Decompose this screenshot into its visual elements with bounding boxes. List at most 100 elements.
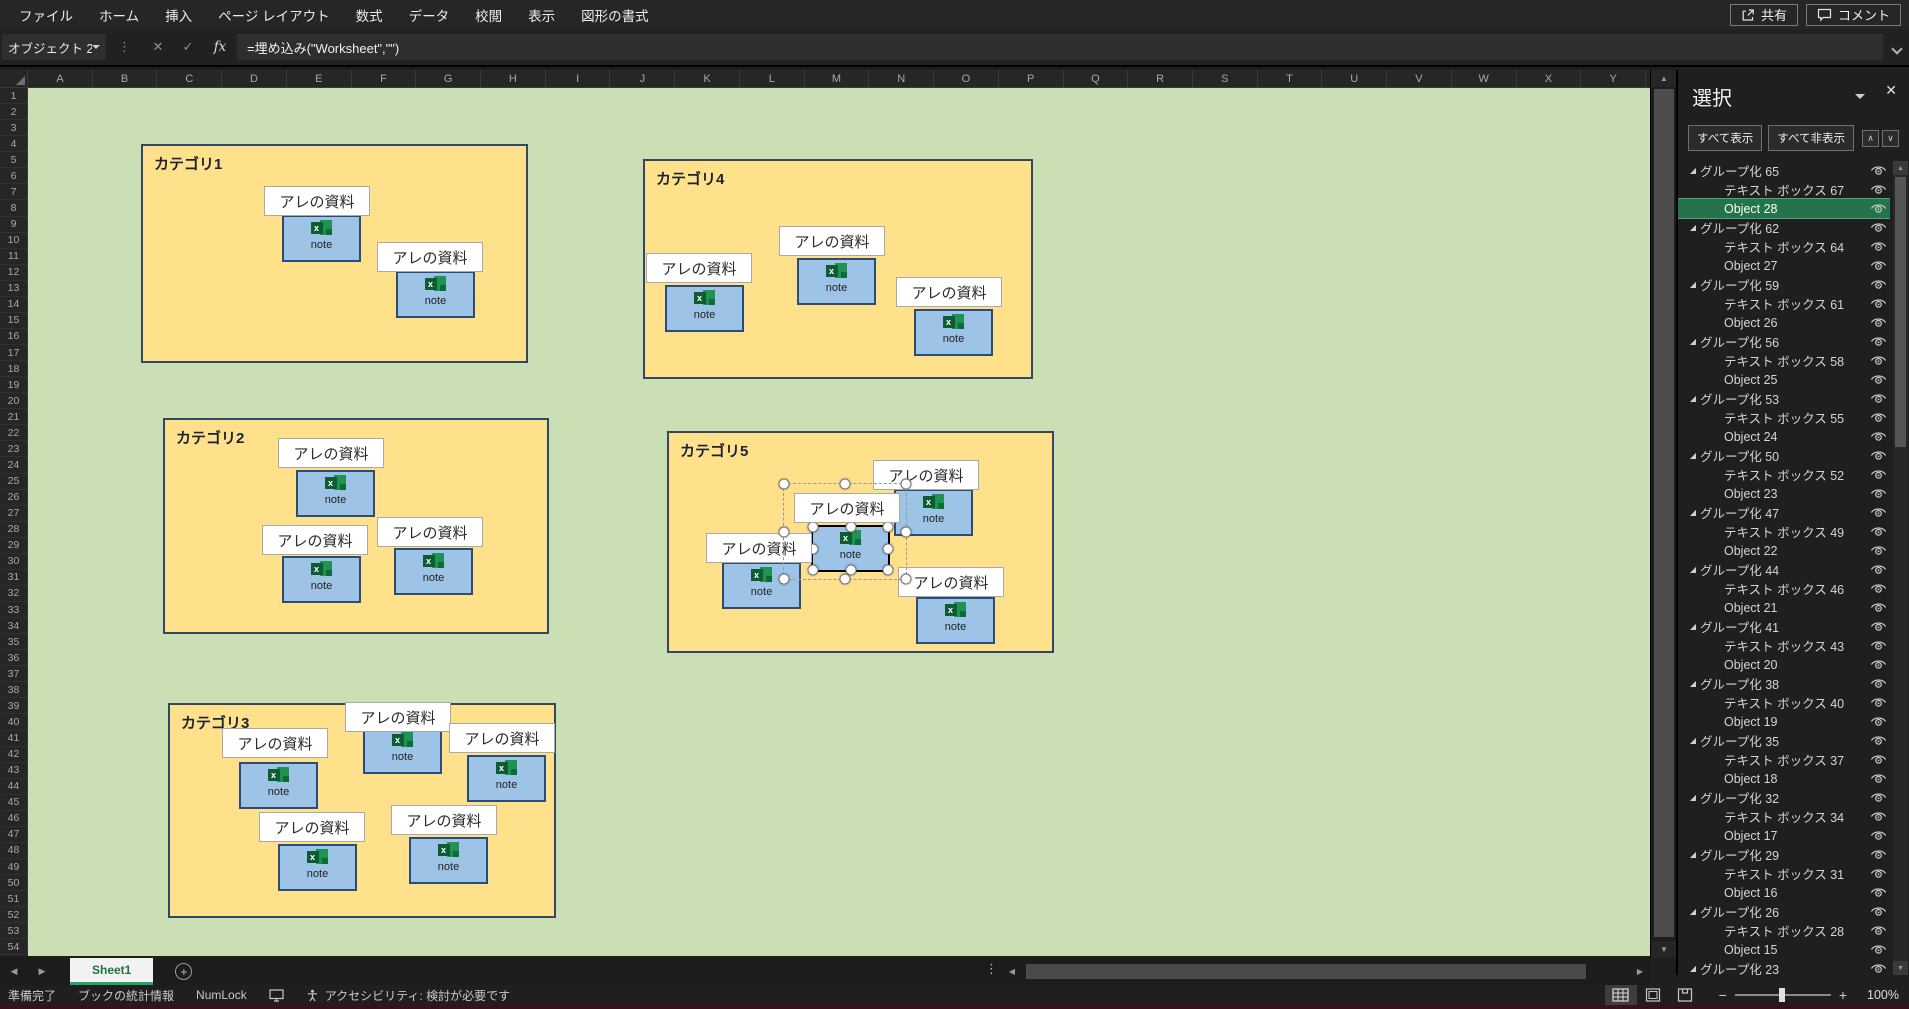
pane-item-36[interactable]: ◢ グループ化 29	[1678, 845, 1890, 864]
pane-item-19[interactable]: テキスト ボックス 49	[1678, 522, 1890, 541]
note-label[interactable]: アレの資料	[262, 525, 368, 555]
visibility-eye-icon[interactable]	[1870, 943, 1887, 956]
collapse-triangle-icon[interactable]: ◢	[1686, 337, 1700, 346]
pane-item-visibility[interactable]	[1866, 753, 1890, 766]
zoom-out-button[interactable]: −	[1719, 987, 1727, 1003]
pane-item-visibility[interactable]	[1866, 639, 1890, 652]
visibility-eye-icon[interactable]	[1870, 696, 1887, 709]
pane-item-visibility[interactable]	[1866, 943, 1890, 956]
note-label[interactable]: アレの資料	[377, 517, 483, 547]
visibility-eye-icon[interactable]	[1870, 411, 1887, 424]
group-selection-handle[interactable]	[778, 478, 790, 490]
horizontal-scrollbar-thumb[interactable]	[1026, 964, 1586, 979]
pane-item-visibility[interactable]	[1866, 411, 1890, 424]
note-label[interactable]: アレの資料	[896, 277, 1002, 307]
pane-scrollbar-thumb[interactable]	[1895, 177, 1906, 447]
note-label[interactable]: アレの資料	[779, 226, 885, 256]
pane-item-21[interactable]: ◢ グループ化 44	[1678, 560, 1890, 579]
scroll-down-icon[interactable]: ▼	[1651, 941, 1677, 958]
pane-item-visibility[interactable]	[1866, 373, 1890, 386]
visibility-eye-icon[interactable]	[1870, 278, 1887, 291]
visibility-eye-icon[interactable]	[1870, 468, 1887, 481]
note-label[interactable]: アレの資料	[646, 253, 752, 283]
scroll-up-icon[interactable]: ▲	[1651, 70, 1677, 87]
pane-item-3[interactable]: ◢ グループ化 62	[1678, 218, 1890, 237]
pane-item-18[interactable]: ◢ グループ化 47	[1678, 503, 1890, 522]
note-shape[interactable]: x note	[278, 844, 357, 891]
pane-item-41[interactable]: Object 15	[1678, 940, 1890, 959]
visibility-eye-icon[interactable]	[1870, 848, 1887, 861]
group-selection-handle[interactable]	[900, 526, 912, 537]
pane-item-visibility[interactable]	[1866, 240, 1890, 253]
visibility-eye-icon[interactable]	[1870, 772, 1887, 785]
vertical-scrollbar[interactable]: ▲ ▼	[1650, 70, 1677, 958]
collapse-triangle-icon[interactable]: ◢	[1686, 907, 1700, 916]
note-shape[interactable]: x note	[396, 271, 475, 318]
pane-item-28[interactable]: テキスト ボックス 40	[1678, 693, 1890, 712]
pane-item-visibility[interactable]	[1866, 734, 1890, 747]
scroll-right-icon[interactable]: ▶	[1632, 967, 1648, 976]
visibility-eye-icon[interactable]	[1870, 639, 1887, 652]
pane-item-visibility[interactable]	[1866, 829, 1890, 842]
pane-item-visibility[interactable]	[1866, 221, 1890, 234]
pane-item-visibility[interactable]	[1866, 430, 1890, 443]
pane-item-visibility[interactable]	[1866, 715, 1890, 728]
pane-item-38[interactable]: Object 16	[1678, 883, 1890, 902]
visibility-eye-icon[interactable]	[1870, 810, 1887, 823]
collapse-triangle-icon[interactable]: ◢	[1686, 223, 1700, 232]
visibility-eye-icon[interactable]	[1870, 164, 1887, 177]
sheet-tab-sheet1[interactable]: Sheet1	[70, 958, 154, 985]
pane-item-visibility[interactable]	[1866, 867, 1890, 880]
page-layout-view-button[interactable]	[1637, 985, 1669, 1005]
note-shape[interactable]: x note	[239, 762, 318, 809]
pane-scroll-down-icon[interactable]: ▼	[1893, 961, 1908, 975]
visibility-eye-icon[interactable]	[1870, 544, 1887, 557]
pane-item-42[interactable]: ◢ グループ化 23	[1678, 959, 1890, 975]
note-label[interactable]: アレの資料	[377, 242, 483, 272]
visibility-eye-icon[interactable]	[1870, 582, 1887, 595]
pane-item-8[interactable]: Object 26	[1678, 313, 1890, 332]
pane-item-visibility[interactable]	[1866, 487, 1890, 500]
pane-item-visibility[interactable]	[1866, 354, 1890, 367]
zoom-slider[interactable]	[1734, 988, 1831, 1002]
pane-item-visibility[interactable]	[1866, 316, 1890, 329]
show-all-button[interactable]: すべて表示	[1688, 125, 1763, 151]
pane-item-visibility[interactable]	[1866, 449, 1890, 462]
visibility-eye-icon[interactable]	[1870, 620, 1887, 633]
pane-item-10[interactable]: テキスト ボックス 58	[1678, 351, 1890, 370]
pane-item-visibility[interactable]	[1866, 544, 1890, 557]
collapse-triangle-icon[interactable]: ◢	[1686, 451, 1700, 460]
group-selection-handle[interactable]	[778, 573, 790, 585]
pane-item-visibility[interactable]	[1866, 810, 1890, 823]
visibility-eye-icon[interactable]	[1870, 753, 1887, 766]
page-break-preview-button[interactable]	[1669, 985, 1701, 1005]
visibility-eye-icon[interactable]	[1870, 430, 1887, 443]
visibility-eye-icon[interactable]	[1870, 183, 1887, 196]
note-shape[interactable]: x note	[797, 258, 876, 305]
note-shape[interactable]: x note	[409, 837, 488, 884]
pane-item-visibility[interactable]	[1866, 582, 1890, 595]
collapse-triangle-icon[interactable]: ◢	[1686, 508, 1700, 517]
pane-item-visibility[interactable]	[1866, 772, 1890, 785]
pane-item-7[interactable]: テキスト ボックス 61	[1678, 294, 1890, 313]
pane-item-visibility[interactable]	[1866, 886, 1890, 899]
pane-item-visibility[interactable]	[1866, 259, 1890, 272]
pane-dropdown-icon[interactable]	[1855, 94, 1865, 99]
send-backward-button[interactable]: ∨	[1882, 129, 1899, 147]
group-selection-handle[interactable]	[900, 573, 912, 585]
note-label[interactable]: アレの資料	[391, 805, 497, 835]
pane-item-visibility[interactable]	[1866, 962, 1890, 975]
visibility-eye-icon[interactable]	[1870, 677, 1887, 690]
horizontal-scrollbar-track[interactable]	[1020, 962, 1632, 981]
note-shape[interactable]: x note	[394, 548, 473, 595]
sheet-nav-left-icon[interactable]: ◀	[0, 966, 28, 977]
pane-item-visibility[interactable]	[1866, 468, 1890, 481]
note-label[interactable]: アレの資料	[278, 438, 384, 468]
pane-item-22[interactable]: テキスト ボックス 46	[1678, 579, 1890, 598]
note-label[interactable]: アレの資料	[345, 702, 451, 732]
pane-item-4[interactable]: テキスト ボックス 64	[1678, 237, 1890, 256]
visibility-eye-icon[interactable]	[1870, 734, 1887, 747]
visibility-eye-icon[interactable]	[1870, 924, 1887, 937]
status-item-2[interactable]: NumLock	[196, 988, 247, 1002]
visibility-eye-icon[interactable]	[1870, 259, 1887, 272]
